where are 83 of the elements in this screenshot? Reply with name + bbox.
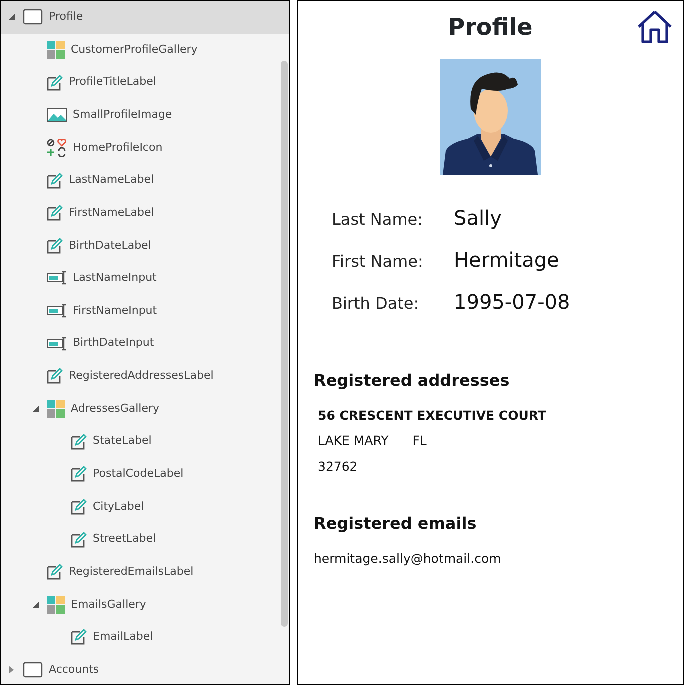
field-value: 1995-07-08 <box>454 289 570 316</box>
tree-item-label: LastNameLabel <box>69 172 154 188</box>
pencil-box-icon <box>47 564 63 580</box>
tree-item-label: BirthDateLabel <box>69 238 152 254</box>
screen-icon <box>23 9 43 26</box>
tree-item-label: StateLabel <box>93 433 152 450</box>
tree-item[interactable]: StreetLabel <box>1 523 289 556</box>
section-heading: Registered addresses <box>314 370 510 392</box>
gallery-icon <box>47 596 65 614</box>
field-label: Last Name: <box>332 209 424 231</box>
home-icon[interactable] <box>637 10 673 44</box>
pencil-box-icon <box>47 368 63 384</box>
screen-icon <box>23 662 43 678</box>
tree-item-label: CityLabel <box>93 498 144 515</box>
tree-item[interactable]: BirthDateLabel <box>1 229 289 262</box>
tree-item[interactable]: BirthDateInput <box>1 327 289 360</box>
email-text: hermitage.sally@hotmail.com <box>314 550 502 568</box>
tree-item[interactable]: Accounts <box>1 654 289 684</box>
tree-item[interactable]: HomeProfileIcon <box>1 132 289 164</box>
tree-item[interactable]: EmailLabel <box>1 621 289 654</box>
tree-item[interactable]: AdressesGallery <box>1 392 289 426</box>
tree-item-label: ProfileTitleLabel <box>69 74 156 90</box>
tree-item[interactable]: EmailsGallery <box>1 588 289 622</box>
screen-title: Profile <box>448 15 533 41</box>
collapse-caret-icon[interactable] <box>8 13 16 22</box>
tree-item-label: HomeProfileIcon <box>73 140 163 156</box>
tree-item[interactable]: FirstNameInput <box>1 294 289 328</box>
field-label: Birth Date: <box>332 293 420 315</box>
tree-item[interactable]: LastNameLabel <box>1 164 289 197</box>
tree-item[interactable]: CityLabel <box>1 490 289 524</box>
tree-item-label: SmallProfileImage <box>73 106 172 123</box>
tree-item[interactable]: StateLabel <box>1 425 289 458</box>
tree-item[interactable]: RegisteredEmailsLabel <box>1 556 289 589</box>
tree-item-label: PostalCodeLabel <box>93 466 184 482</box>
street-text: 56 CRESCENT EXECUTIVE COURT <box>318 407 548 425</box>
tree-item-label: Accounts <box>49 662 100 678</box>
pencil-box-icon <box>47 238 63 254</box>
pencil-box-icon <box>71 629 87 646</box>
pencil-box-icon <box>71 498 87 515</box>
field-value: Sally <box>454 205 502 232</box>
tree-item-label: RegisteredEmailsLabel <box>69 564 194 580</box>
tree-item-label: AdressesGallery <box>71 400 160 417</box>
tree-item-label: BirthDateInput <box>73 335 154 352</box>
tree-item-label: StreetLabel <box>93 531 156 548</box>
expand-caret-icon[interactable] <box>8 666 16 674</box>
tree-item-label: LastNameInput <box>73 270 157 286</box>
tree-item[interactable]: Profile <box>1 1 289 34</box>
field-value: Hermitage <box>454 247 560 274</box>
tree-item[interactable]: PostalCodeLabel <box>1 458 289 491</box>
symbols-icon <box>47 138 67 157</box>
field-label: First Name: <box>332 251 424 273</box>
tree-item[interactable]: LastNameInput <box>1 262 289 295</box>
collapse-caret-icon[interactable] <box>32 405 40 413</box>
tree-item-label: CustomerProfileGallery <box>71 42 198 58</box>
gallery-icon <box>47 400 65 418</box>
pencil-box-icon <box>71 532 87 548</box>
pencil-box-icon <box>47 74 63 91</box>
pencil-box-icon <box>71 434 87 450</box>
city-text: LAKE MARY <box>318 432 389 450</box>
tree-item-label: RegisteredAddressesLabel <box>69 368 214 384</box>
pencil-box-icon <box>71 466 87 482</box>
state-text: FL <box>412 432 427 450</box>
tree-item[interactable]: SmallProfileImage <box>1 98 289 132</box>
tree-item[interactable]: CustomerProfileGallery <box>1 34 289 66</box>
text-input-icon <box>47 271 67 286</box>
text-input-icon <box>47 336 67 351</box>
tree-item[interactable]: RegisteredAddressesLabel <box>1 360 289 393</box>
tree-item-label: FirstNameLabel <box>69 204 154 221</box>
text-input-icon <box>47 304 67 318</box>
tree-item-label: EmailLabel <box>93 629 154 646</box>
tree-item-label: FirstNameInput <box>73 302 158 319</box>
tree-item[interactable]: FirstNameLabel <box>1 196 289 230</box>
collapse-caret-icon[interactable] <box>32 600 40 609</box>
postal-code-text: 32762 <box>318 458 359 476</box>
section-heading: Registered emails <box>314 513 477 536</box>
tree-item[interactable]: ProfileTitleLabel <box>1 66 289 99</box>
gallery-icon <box>47 40 65 59</box>
scrollbar[interactable] <box>281 61 288 627</box>
tree-item-label: Profile <box>49 9 84 26</box>
tree-item-label: EmailsGallery <box>71 596 146 613</box>
landscape-icon <box>47 108 67 122</box>
pencil-box-icon <box>47 172 63 189</box>
pencil-box-icon <box>47 205 63 222</box>
